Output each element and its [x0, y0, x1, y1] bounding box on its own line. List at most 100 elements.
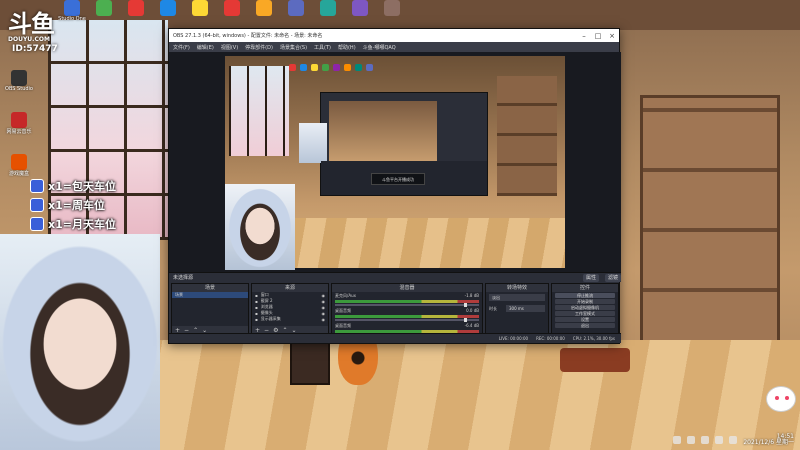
- volume-slider[interactable]: [335, 303, 479, 307]
- scene-item[interactable]: 场景: [172, 292, 248, 298]
- source-toolbar: 未选择源 属性 滤镜: [169, 272, 621, 282]
- transitions-dock: 转场特效 淡出 时长 300 ms: [485, 283, 549, 335]
- desktop-icon[interactable]: [316, 0, 340, 28]
- menu-scene-collection[interactable]: 场景集合(S): [280, 44, 307, 51]
- transition-select[interactable]: 淡出: [489, 294, 545, 301]
- obs-icon: [11, 70, 27, 86]
- transition-duration: 时长 300 ms: [486, 303, 548, 314]
- desktop-icon[interactable]: [156, 0, 180, 28]
- properties-button[interactable]: 属性: [582, 273, 599, 282]
- volume-meter: [335, 315, 479, 318]
- app-icon: [256, 0, 272, 16]
- virtual-camera-button[interactable]: 启动虚拟摄像机: [555, 305, 615, 310]
- app-icon: [160, 0, 176, 16]
- canvas-window: [229, 66, 289, 156]
- mixer-channel: 桌面音频 0.0 dB: [332, 307, 482, 322]
- menu-file[interactable]: 文件(F): [173, 44, 190, 51]
- obs-titlebar[interactable]: OBS 27.1.3 (64-bit, windows) - 配置文件: 未命名…: [169, 29, 619, 42]
- eye-icon[interactable]: ◉: [322, 317, 326, 322]
- no-source-label: 未选择源: [173, 275, 194, 281]
- menu-tools[interactable]: 工具(T): [314, 44, 331, 51]
- nested-popup: 斗鱼平台开播成功: [371, 173, 425, 185]
- live-timer: LIVE: 00:00:00: [498, 336, 529, 341]
- transitions-title: 转场特效: [486, 284, 548, 292]
- visibility-icon: ▪: [255, 292, 258, 298]
- desktop-icon-obs[interactable]: OBS Studio: [4, 70, 34, 98]
- visibility-icon: ▪: [255, 316, 258, 322]
- desktop-icon-music[interactable]: 网易云音乐: [4, 112, 34, 140]
- studio-mode-button[interactable]: 工作室模式: [555, 311, 615, 316]
- network-icon[interactable]: [715, 436, 724, 444]
- app-icon: [289, 64, 296, 71]
- volume-slider[interactable]: [335, 318, 479, 322]
- system-clock[interactable]: 14:51 2021/12/6 星期一: [743, 434, 794, 446]
- tray-icon[interactable]: [687, 436, 696, 444]
- gift-item: x1=包天车位: [30, 178, 116, 194]
- obs-title: OBS 27.1.3 (64-bit, windows) - 配置文件: 未命名…: [173, 33, 323, 39]
- app-icon: [333, 64, 340, 71]
- gift-item: x1=月天车位: [30, 216, 116, 232]
- desktop-icon[interactable]: Studio One: [58, 0, 86, 28]
- desktop-icon[interactable]: [92, 0, 116, 28]
- tray-icon[interactable]: [673, 436, 682, 444]
- filters-button[interactable]: 滤镜: [604, 273, 621, 282]
- exit-button[interactable]: 退出: [555, 323, 615, 328]
- app-icon: [355, 64, 362, 71]
- obs-window[interactable]: OBS 27.1.3 (64-bit, windows) - 配置文件: 未命名…: [168, 28, 621, 344]
- mascot-widget[interactable]: [766, 386, 796, 412]
- visibility-icon: ▪: [255, 298, 258, 304]
- webcam-overlay: [0, 234, 160, 450]
- menu-help[interactable]: 帮助(H): [338, 44, 356, 51]
- desktop-icon[interactable]: [188, 0, 212, 28]
- desktop-icon-column: OBS Studio 网易云音乐 游戏魔盒: [4, 70, 34, 182]
- minimize-button[interactable]: –: [577, 29, 591, 42]
- menu-edit[interactable]: 编辑(E): [197, 44, 214, 51]
- sources-title: 来源: [252, 284, 328, 292]
- visibility-icon: ▪: [255, 304, 258, 310]
- gift-badge-icon: [30, 179, 44, 193]
- close-button[interactable]: ×: [605, 29, 619, 42]
- volume-meter: [335, 300, 479, 303]
- duration-input[interactable]: 300 ms: [506, 305, 545, 312]
- eye-icon[interactable]: ◉: [322, 299, 326, 304]
- desktop-icon[interactable]: [252, 0, 276, 28]
- scenes-title: 场景: [172, 284, 248, 292]
- eye-icon[interactable]: ◉: [322, 293, 326, 298]
- obs-docks: 场景 场景 + − ⌃ ⌄ 来源 ▪ 窗口 ◉ ▪ 截屏 2 ◉ ▪ 浏览器 ◉ ▪ 摄像头 ◉ ▪ 显…: [169, 283, 621, 337]
- cpu-fps: CPU: 2.1%, 30.00 fps: [572, 336, 615, 341]
- preview-webcam: [225, 184, 295, 270]
- start-recording-button[interactable]: 开始录制: [555, 299, 615, 304]
- menu-docks[interactable]: 停靠部件(D): [245, 44, 273, 51]
- nested-obs-preview: 斗鱼平台开播成功: [299, 92, 488, 196]
- desktop-icon[interactable]: [124, 0, 148, 28]
- eye-icon[interactable]: ◉: [322, 311, 326, 316]
- desktop-icon[interactable]: [380, 0, 404, 28]
- maximize-button[interactable]: □: [591, 29, 605, 42]
- obs-preview[interactable]: 斗鱼平台开播成功: [169, 52, 621, 272]
- obs-statusbar: LIVE: 00:00:00 REC: 00:00:00 CPU: 2.1%, …: [169, 333, 621, 343]
- scenes-dock: 场景 场景 + − ⌃ ⌄: [171, 283, 249, 335]
- mixer-title: 混音器: [332, 284, 482, 292]
- gift-badge-icon: [30, 217, 44, 231]
- studio-one-icon: [64, 0, 80, 16]
- tray-icon[interactable]: [701, 436, 710, 444]
- app-icon: [384, 0, 400, 16]
- app-icon: [300, 64, 307, 71]
- wallpaper-table: [560, 348, 630, 372]
- app-icon: [322, 64, 329, 71]
- canvas-shelf: [497, 76, 557, 196]
- desktop-icon[interactable]: [348, 0, 372, 28]
- menu-view[interactable]: 视图(V): [221, 44, 238, 51]
- menu-douyu[interactable]: 斗鱼-哪哪QAQ: [363, 44, 396, 51]
- gift-list: x1=包天车位 x1=周车位 x1=月天车位: [30, 178, 116, 232]
- desktop-icon[interactable]: [284, 0, 308, 28]
- settings-button[interactable]: 设置: [555, 317, 615, 322]
- volume-icon[interactable]: [729, 436, 738, 444]
- eye-icon[interactable]: ◉: [322, 305, 326, 310]
- source-item[interactable]: ▪ 显示器采集 ◉: [252, 316, 328, 322]
- desktop-icon-row: Studio One: [58, 0, 404, 30]
- stop-streaming-button[interactable]: 停止推流: [555, 293, 615, 298]
- desktop-icon[interactable]: [220, 0, 244, 28]
- mixer-channel: 麦克风/Aux -1.8 dB: [332, 292, 482, 307]
- douyu-brand: DOUYU.COM: [8, 36, 50, 43]
